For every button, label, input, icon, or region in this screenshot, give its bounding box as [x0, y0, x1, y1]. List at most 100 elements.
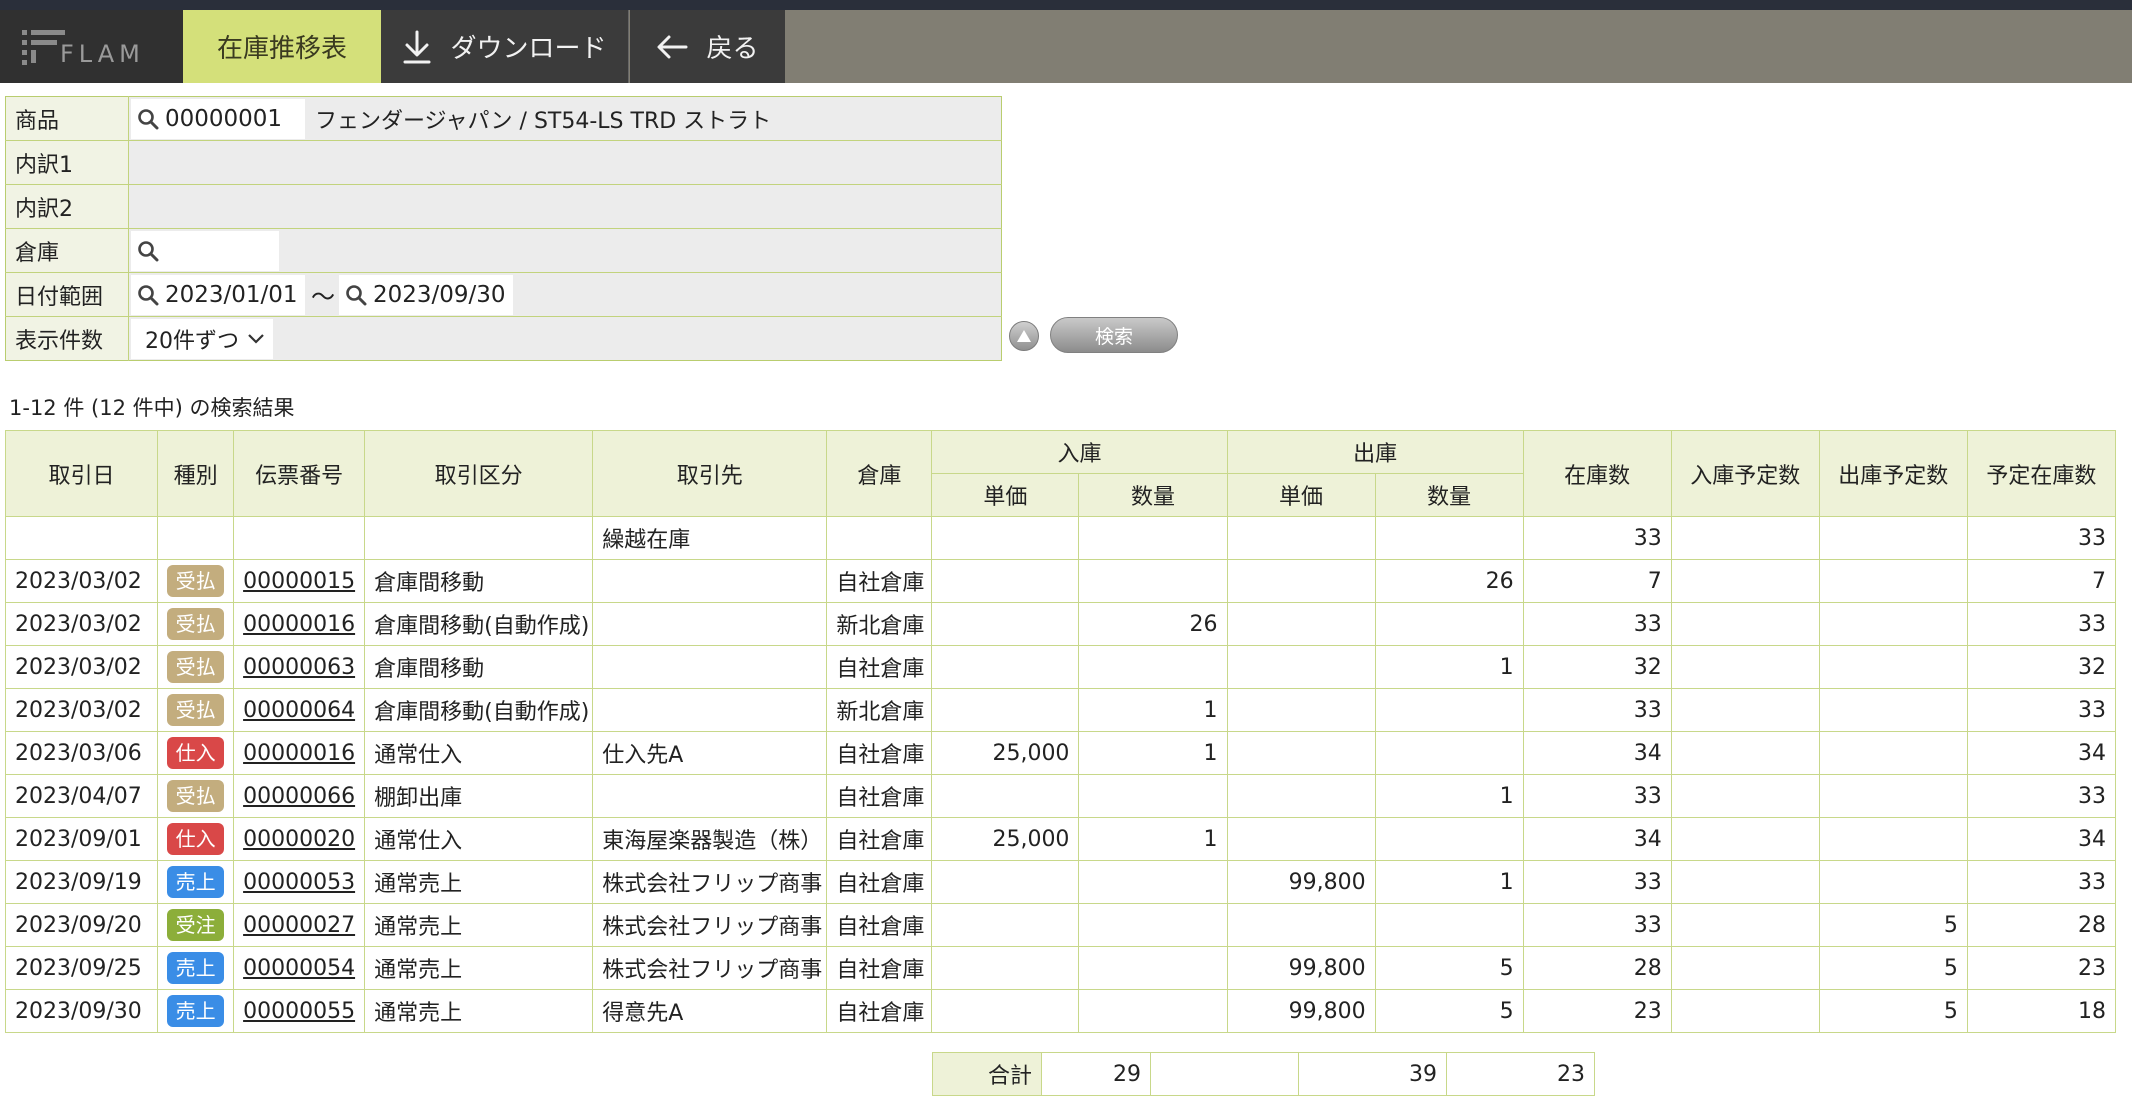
window-top-edge — [0, 0, 2132, 10]
date-from-field[interactable]: 2023/01/01 — [131, 274, 305, 315]
cell-in-qty — [1078, 989, 1228, 1033]
date-to-field[interactable]: 2023/09/30 — [339, 274, 513, 315]
warehouse-label: 倉庫 — [5, 228, 129, 273]
cell-out-qty: 5 — [1374, 989, 1524, 1033]
cell-slip: 00000054 — [233, 946, 366, 990]
table-row[interactable]: 2023/04/07 受払 00000066 棚卸出庫 自社倉庫 1 33 33 — [4, 774, 2117, 818]
table-row[interactable]: 2023/09/01 仕入 00000020 通常仕入 東海屋楽器製造（株） 自社倉庫 25… — [4, 817, 2117, 861]
cell-partner — [592, 645, 828, 689]
cell-in-price — [931, 903, 1080, 947]
cell-category: 通常売上 — [364, 860, 594, 904]
totals-out-price — [1150, 1052, 1299, 1096]
slip-number-link[interactable]: 00000063 — [243, 655, 355, 680]
slip-number-link[interactable]: 00000020 — [243, 827, 355, 852]
cell-slip: 00000015 — [233, 559, 366, 603]
totals-out-qty: 39 — [1298, 1052, 1447, 1096]
table-row[interactable]: 2023/03/06 仕入 00000016 通常仕入 仕入先A 自社倉庫 25,000 1 3… — [4, 731, 2117, 775]
search-button[interactable]: 検索 — [1050, 317, 1178, 353]
cell-date: 2023/09/30 — [4, 989, 159, 1033]
slip-number-link[interactable]: 00000016 — [243, 741, 355, 766]
cell-planned-out — [1818, 817, 1968, 861]
col-header-warehouse[interactable]: 倉庫 — [826, 430, 933, 517]
stock-transition-table: 取引日 種別 伝票番号 取引区分 取引先 倉庫 入庫 出庫 在庫数 入庫予定数 … — [4, 430, 2117, 1033]
cell-in-price: 25,000 — [931, 817, 1080, 861]
cell-warehouse: 自社倉庫 — [826, 774, 933, 818]
col-header-in-unit-price[interactable]: 単価 — [931, 473, 1080, 517]
back-button[interactable]: 戻る — [630, 10, 785, 83]
col-header-date[interactable]: 取引日 — [4, 430, 159, 517]
product-code-field[interactable]: 00000001 — [131, 98, 305, 139]
cell-planned-stock: 23 — [1966, 946, 2117, 990]
table-row[interactable]: 2023/03/02 受払 00000063 倉庫間移動 自社倉庫 1 32 32 — [4, 645, 2117, 689]
cell-type: 受払 — [157, 559, 235, 603]
collapse-form-button[interactable] — [1009, 321, 1039, 351]
col-header-category[interactable]: 取引区分 — [364, 430, 594, 517]
cell-type: 受払 — [157, 774, 235, 818]
cell-out-price — [1226, 559, 1376, 603]
tab-stock-transition[interactable]: 在庫推移表 — [183, 10, 381, 83]
table-row[interactable]: 2023/03/02 受払 00000015 倉庫間移動 自社倉庫 26 7 7 — [4, 559, 2117, 603]
type-badge: 売上 — [167, 995, 225, 1027]
slip-number-link[interactable]: 00000054 — [243, 956, 355, 981]
cell-partner: 株式会社フリップ商事 — [592, 860, 828, 904]
col-header-out-qty[interactable]: 数量 — [1374, 473, 1524, 517]
cell-in-qty — [1078, 559, 1228, 603]
slip-number-link[interactable]: 00000055 — [243, 999, 355, 1024]
slip-number-link[interactable]: 00000016 — [243, 612, 355, 637]
cell-in-qty: 26 — [1078, 602, 1228, 646]
col-header-stock[interactable]: 在庫数 — [1522, 430, 1672, 517]
slip-number-link[interactable]: 00000027 — [243, 913, 355, 938]
cell-out-qty — [1374, 602, 1524, 646]
cell-in-price — [931, 989, 1080, 1033]
table-row[interactable]: 2023/09/19 売上 00000053 通常売上 株式会社フリップ商事 自社倉庫 99… — [4, 860, 2117, 904]
form-row-detail2: 内訳2 — [5, 184, 1002, 229]
carryover-row: 繰越在庫 33 33 — [4, 516, 2117, 560]
col-header-slip[interactable]: 伝票番号 — [233, 430, 366, 517]
slip-number-link[interactable]: 00000053 — [243, 870, 355, 895]
per-page-select[interactable]: 20件ずつ — [131, 318, 273, 359]
type-badge: 仕入 — [167, 737, 225, 769]
cell-type: 受払 — [157, 645, 235, 689]
cell-partner: 仕入先A — [592, 731, 828, 775]
cell-planned-out — [1818, 559, 1968, 603]
warehouse-field[interactable] — [131, 230, 279, 271]
table-row[interactable]: 2023/03/02 受払 00000064 倉庫間移動(自動作成) 新北倉庫 1 33 33 — [4, 688, 2117, 732]
cell-type: 受払 — [157, 688, 235, 732]
slip-number-link[interactable]: 00000066 — [243, 784, 355, 809]
table-row[interactable]: 2023/09/20 受注 00000027 通常売上 株式会社フリップ商事 自社倉庫 33… — [4, 903, 2117, 947]
cell-stock: 32 — [1522, 645, 1672, 689]
table-row[interactable]: 2023/09/25 売上 00000054 通常売上 株式会社フリップ商事 自社倉庫 99… — [4, 946, 2117, 990]
col-header-incoming: 入庫 — [931, 430, 1228, 474]
slip-number-link[interactable]: 00000015 — [243, 569, 355, 594]
cell-slip: 00000064 — [233, 688, 366, 732]
cell-stock: 34 — [1522, 817, 1672, 861]
col-header-partner[interactable]: 取引先 — [592, 430, 828, 517]
cell-in-qty — [1078, 903, 1228, 947]
col-header-planned-in[interactable]: 入庫予定数 — [1670, 430, 1820, 517]
col-header-out-unit-price[interactable]: 単価 — [1226, 473, 1376, 517]
col-header-type[interactable]: 種別 — [157, 430, 235, 517]
cell-category: 通常仕入 — [364, 817, 594, 861]
cell-planned-in — [1670, 860, 1820, 904]
type-badge: 受払 — [167, 694, 225, 726]
download-button[interactable]: ダウンロード — [381, 10, 629, 83]
cell-stock: 34 — [1522, 731, 1672, 775]
cell-type: 売上 — [157, 989, 235, 1033]
cell-slip: 00000053 — [233, 860, 366, 904]
app-logo[interactable]: FLAM — [0, 10, 183, 83]
cell-partner: 東海屋楽器製造（株） — [592, 817, 828, 861]
cell-planned-stock: 33 — [1966, 688, 2117, 732]
cell-partner: 株式会社フリップ商事 — [592, 946, 828, 990]
result-summary: 1-12 件 (12 件中) の検索結果 — [9, 396, 295, 420]
cell-date: 2023/03/02 — [4, 645, 159, 689]
col-header-planned-stock[interactable]: 予定在庫数 — [1966, 430, 2117, 517]
col-header-in-qty[interactable]: 数量 — [1078, 473, 1228, 517]
table-row[interactable]: 2023/09/30 売上 00000055 通常売上 得意先A 自社倉庫 99,800 5 2… — [4, 989, 2117, 1033]
slip-number-link[interactable]: 00000064 — [243, 698, 355, 723]
carryover-label: 繰越在庫 — [592, 516, 828, 560]
type-badge: 受注 — [167, 909, 225, 941]
cell-type: 仕入 — [157, 817, 235, 861]
table-row[interactable]: 2023/03/02 受払 00000016 倉庫間移動(自動作成) 新北倉庫 26 33 3… — [4, 602, 2117, 646]
col-header-planned-out[interactable]: 出庫予定数 — [1818, 430, 1968, 517]
cell-planned-stock: 33 — [1966, 860, 2117, 904]
